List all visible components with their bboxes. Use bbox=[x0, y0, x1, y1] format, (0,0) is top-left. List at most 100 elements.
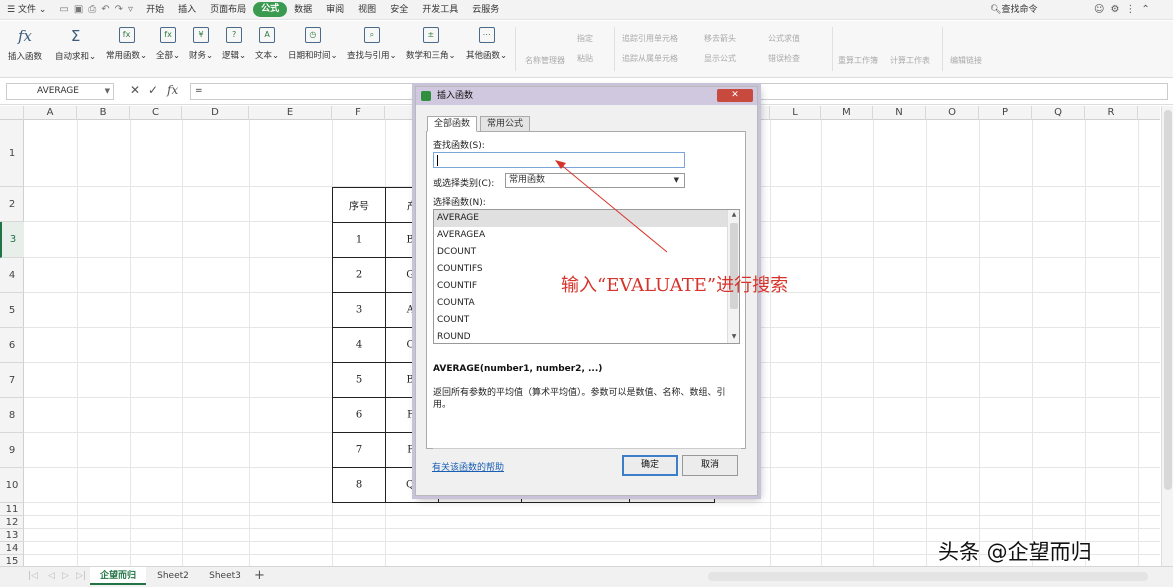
dialog-title-bar[interactable]: 插入函数 ✕ bbox=[416, 87, 757, 105]
column-header[interactable]: E bbox=[249, 106, 332, 120]
row-header-selected[interactable]: 3 bbox=[0, 222, 24, 258]
tab-view[interactable]: 视图 bbox=[351, 0, 383, 20]
function-help-link[interactable]: 有关该函数的帮助 bbox=[432, 460, 504, 473]
table-cell[interactable]: 1 bbox=[332, 222, 386, 258]
error-checking-button[interactable]: 错误检查 bbox=[768, 53, 800, 64]
list-item[interactable]: ROUND bbox=[434, 329, 727, 343]
tab-common-formulas[interactable]: 常用公式 bbox=[480, 116, 531, 132]
remove-arrows-button[interactable]: 移去箭头 bbox=[704, 33, 736, 44]
customize-icon[interactable]: ▿ bbox=[128, 4, 133, 15]
print-icon[interactable]: ⎙ bbox=[88, 4, 96, 15]
search-command[interactable]: 🔍︎查找命令 bbox=[990, 0, 1037, 20]
gear-icon[interactable]: ⚙ bbox=[1110, 0, 1119, 20]
collapse-icon[interactable]: ⌃ bbox=[1141, 0, 1149, 20]
row-header[interactable]: 2 bbox=[0, 187, 24, 222]
column-header[interactable]: O bbox=[926, 106, 979, 120]
ok-button[interactable]: 确定 bbox=[622, 455, 678, 476]
calc-sheet-button[interactable]: 计算工作表 bbox=[890, 55, 930, 66]
row-header[interactable]: 4 bbox=[0, 258, 24, 293]
column-header[interactable]: P bbox=[979, 106, 1032, 120]
all-functions-button[interactable]: fx 全部⌄ bbox=[156, 25, 180, 61]
row-header[interactable]: 9 bbox=[0, 433, 24, 468]
list-item[interactable]: COUNT bbox=[434, 312, 727, 329]
finance-button[interactable]: ¥ 财务⌄ bbox=[189, 25, 213, 61]
name-manager-button[interactable]: 名称管理器 bbox=[525, 55, 565, 66]
fx-icon[interactable]: fx bbox=[167, 83, 178, 97]
tab-all-functions[interactable]: 全部函数 bbox=[427, 116, 478, 132]
row-header[interactable]: 5 bbox=[0, 293, 24, 328]
column-header[interactable]: D bbox=[182, 106, 249, 120]
row-header[interactable]: 11 bbox=[0, 503, 24, 516]
row-header[interactable]: 8 bbox=[0, 398, 24, 433]
confirm-icon[interactable]: ✓ bbox=[148, 83, 158, 97]
save-icon[interactable]: ▣ bbox=[74, 4, 83, 15]
trace-precedents-button[interactable]: 追踪引用单元格 bbox=[622, 33, 678, 44]
open-icon[interactable]: ▭ bbox=[59, 4, 68, 15]
table-cell[interactable]: 8 bbox=[332, 467, 386, 503]
column-header[interactable]: C bbox=[130, 106, 182, 120]
edit-links-button[interactable]: 编辑链接 bbox=[950, 55, 982, 66]
vertical-scrollbar[interactable] bbox=[1161, 106, 1173, 566]
next-sheet-icon[interactable]: ▷ bbox=[62, 571, 69, 581]
sheet-tab[interactable]: Sheet2 bbox=[150, 567, 196, 585]
function-search-input[interactable] bbox=[433, 152, 685, 168]
list-item[interactable]: AVERAGEA bbox=[434, 227, 727, 244]
name-box[interactable]: AVERAGE ▼ bbox=[6, 83, 114, 100]
tab-formulas[interactable]: 公式 bbox=[253, 2, 288, 17]
skin-icon[interactable]: ☺ bbox=[1094, 0, 1104, 20]
column-header[interactable]: Q bbox=[1032, 106, 1085, 120]
row-header[interactable]: 12 bbox=[0, 516, 24, 529]
prev-sheet-icon[interactable]: ◁ bbox=[48, 571, 55, 581]
column-header[interactable]: M bbox=[821, 106, 873, 120]
tab-insert[interactable]: 插入 bbox=[171, 0, 203, 20]
table-cell[interactable]: 2 bbox=[332, 257, 386, 293]
sheet-tab[interactable]: Sheet3 bbox=[202, 567, 248, 585]
other-functions-button[interactable]: ⋯ 其他函数⌄ bbox=[466, 25, 507, 61]
scroll-up-icon[interactable]: ▲ bbox=[728, 211, 739, 218]
common-functions-button[interactable]: fx 常用函数⌄ bbox=[106, 25, 147, 61]
close-icon[interactable]: ✕ bbox=[717, 89, 753, 102]
tab-cloud[interactable]: 云服务 bbox=[465, 0, 506, 20]
add-sheet-icon[interactable]: + bbox=[254, 568, 265, 583]
math-trig-button[interactable]: ± 数学和三角⌄ bbox=[406, 25, 456, 61]
show-formulas-button[interactable]: 显示公式 bbox=[704, 53, 736, 64]
column-header[interactable]: A bbox=[24, 106, 77, 120]
more-icon[interactable]: ⋮ bbox=[1125, 0, 1135, 20]
row-header[interactable]: 13 bbox=[0, 529, 24, 542]
tab-security[interactable]: 安全 bbox=[383, 0, 415, 20]
row-header[interactable]: 1 bbox=[0, 120, 24, 187]
list-item[interactable]: COUNTA bbox=[434, 295, 727, 312]
column-header[interactable]: L bbox=[770, 106, 821, 120]
tab-developer[interactable]: 开发工具 bbox=[415, 0, 465, 20]
trace-dependents-button[interactable]: 追踪从属单元格 bbox=[622, 53, 678, 64]
column-header[interactable]: F bbox=[332, 106, 385, 120]
table-cell[interactable]: 4 bbox=[332, 327, 386, 363]
tab-review[interactable]: 审阅 bbox=[319, 0, 351, 20]
file-menu[interactable]: ☰ 文件 ⌄ bbox=[0, 0, 53, 20]
column-header[interactable]: N bbox=[873, 106, 926, 120]
cancel-icon[interactable]: ✕ bbox=[130, 83, 140, 97]
redo-icon[interactable]: ↷ bbox=[115, 4, 123, 15]
column-header[interactable]: R bbox=[1085, 106, 1138, 120]
logic-button[interactable]: ? 逻辑⌄ bbox=[222, 25, 246, 61]
tab-home[interactable]: 开始 bbox=[139, 0, 171, 20]
table-header-cell[interactable]: 序号 bbox=[332, 187, 386, 223]
paste-name-button[interactable]: 粘贴 bbox=[577, 53, 593, 64]
specify-button[interactable]: 指定 bbox=[577, 33, 593, 44]
table-cell[interactable]: 6 bbox=[332, 397, 386, 433]
tab-data[interactable]: 数据 bbox=[287, 0, 319, 20]
list-item-selected[interactable]: AVERAGE bbox=[434, 210, 727, 227]
evaluate-formula-button[interactable]: 公式求值 bbox=[768, 33, 800, 44]
column-header[interactable]: B bbox=[77, 106, 130, 120]
text-button[interactable]: A 文本⌄ bbox=[255, 25, 279, 61]
row-header[interactable]: 6 bbox=[0, 328, 24, 363]
scrollbar-thumb[interactable] bbox=[1164, 110, 1172, 490]
table-cell[interactable]: 5 bbox=[332, 362, 386, 398]
first-sheet-icon[interactable]: |◁ bbox=[28, 571, 38, 581]
undo-icon[interactable]: ↶ bbox=[101, 4, 109, 15]
horizontal-scrollbar[interactable] bbox=[708, 572, 1148, 581]
recalc-workbook-button[interactable]: 重算工作簿 bbox=[838, 55, 878, 66]
row-header[interactable]: 10 bbox=[0, 468, 24, 503]
row-header[interactable]: 14 bbox=[0, 542, 24, 555]
category-select[interactable]: 常用函数 ▼ bbox=[505, 173, 685, 188]
